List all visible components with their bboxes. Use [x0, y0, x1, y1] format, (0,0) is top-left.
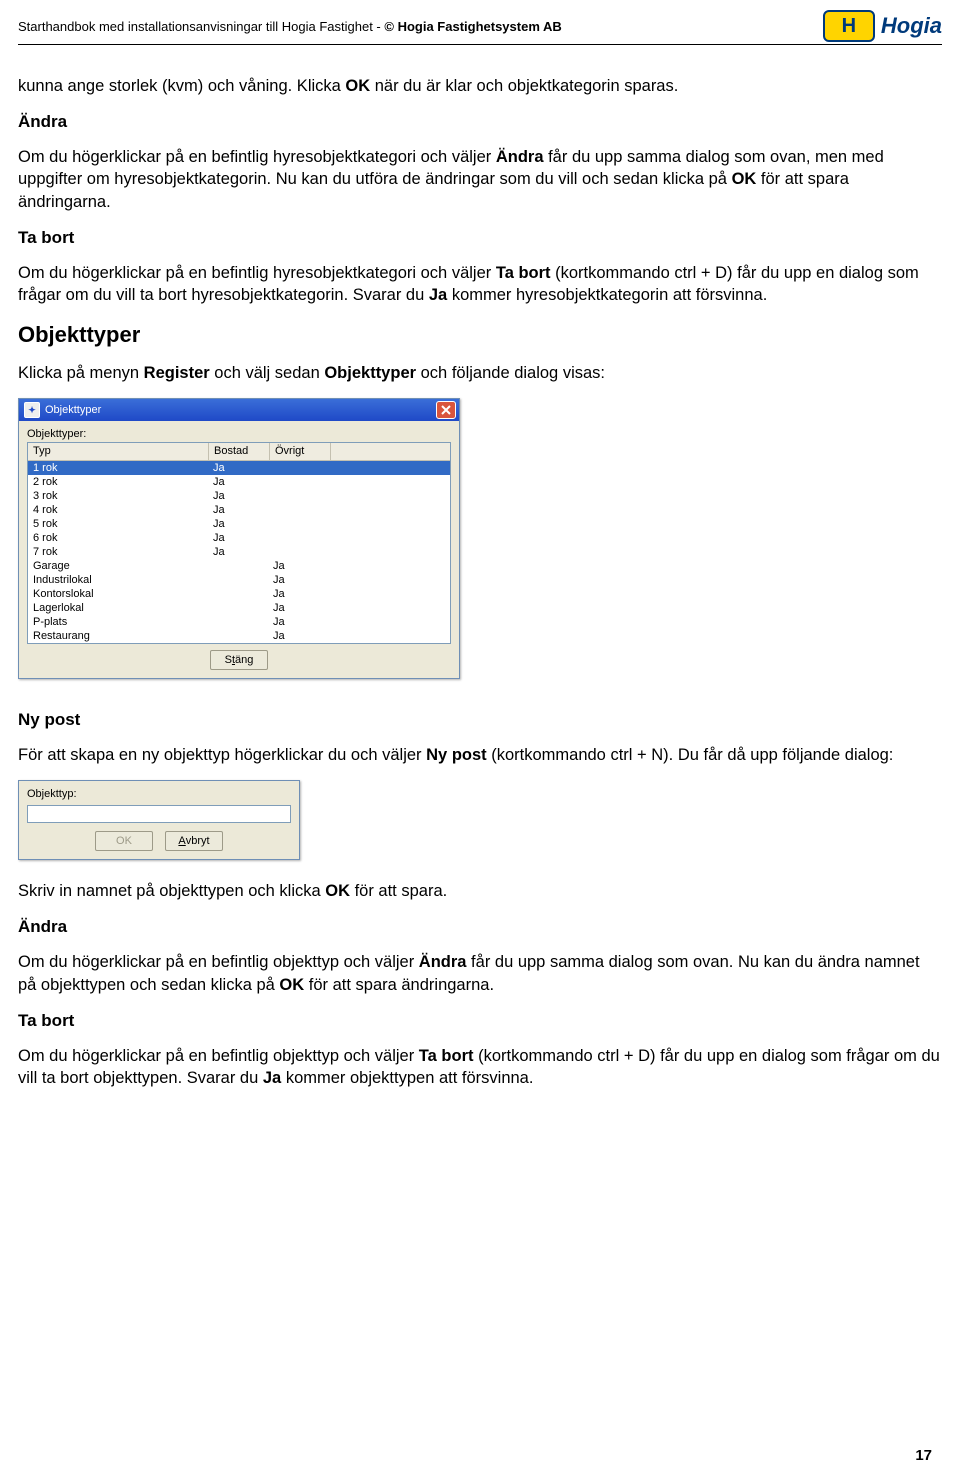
list-label: Objekttyper: [27, 427, 451, 442]
paragraph: Om du högerklickar på en befintlig objek… [18, 1045, 942, 1090]
paragraph: kunna ange storlek (kvm) och våning. Kli… [18, 75, 942, 97]
app-icon: ✦ [24, 402, 40, 418]
heading-ta-bort: Ta bort [18, 227, 942, 250]
stang-button[interactable]: Stäng [210, 650, 268, 670]
dialog-titlebar[interactable]: ✦ Objekttyper [19, 399, 459, 421]
objekttyper-list[interactable]: Typ Bostad Övrigt 1 rokJa2 rokJa3 rokJa4… [27, 442, 451, 644]
dialog-objekttyp: Objekttyp: OK Avbryt [18, 780, 300, 860]
dialog-objekttyper: ✦ Objekttyper Objekttyper: Typ Bostad Öv… [18, 398, 460, 679]
col-bostad[interactable]: Bostad [209, 443, 270, 460]
table-row[interactable]: 6 rokJa [28, 531, 450, 545]
table-row[interactable]: 4 rokJa [28, 503, 450, 517]
doc-header-text-1: Starthandbok med installationsanvisninga… [18, 19, 384, 34]
heading-andra: Ändra [18, 916, 942, 939]
close-icon [441, 405, 451, 415]
avbryt-button[interactable]: Avbryt [165, 831, 223, 851]
dialog-title: Objekttyper [45, 403, 101, 418]
header-divider [18, 44, 942, 45]
table-row[interactable]: 7 rokJa [28, 545, 450, 559]
paragraph: För att skapa en ny objekttyp högerklick… [18, 744, 942, 766]
hogia-logo: H Hogia [823, 10, 942, 42]
doc-header-text-2: © Hogia Fastighetsystem AB [384, 19, 561, 34]
col-typ[interactable]: Typ [28, 443, 209, 460]
table-row[interactable]: 2 rokJa [28, 475, 450, 489]
objekttyp-input[interactable] [27, 805, 291, 823]
list-header[interactable]: Typ Bostad Övrigt [28, 443, 450, 461]
table-row[interactable]: 5 rokJa [28, 517, 450, 531]
paragraph: Skriv in namnet på objekttypen och klick… [18, 880, 942, 902]
heading-ta-bort: Ta bort [18, 1010, 942, 1033]
paragraph: Om du högerklickar på en befintlig hyres… [18, 262, 942, 307]
table-row[interactable]: 3 rokJa [28, 489, 450, 503]
col-ovrigt[interactable]: Övrigt [270, 443, 331, 460]
heading-ny-post: Ny post [18, 709, 942, 732]
hogia-logo-icon: H [823, 10, 875, 42]
table-row[interactable]: RestaurangJa [28, 629, 450, 643]
table-row[interactable]: LagerlokalJa [28, 601, 450, 615]
paragraph: Om du högerklickar på en befintlig objek… [18, 951, 942, 996]
doc-header: Starthandbok med installationsanvisninga… [18, 19, 562, 34]
table-row[interactable]: KontorslokalJa [28, 587, 450, 601]
paragraph: Klicka på menyn Register och välj sedan … [18, 362, 942, 384]
input-label: Objekttyp: [27, 787, 291, 802]
hogia-logo-text: Hogia [881, 13, 942, 39]
table-row[interactable]: IndustrilokalJa [28, 573, 450, 587]
heading-andra: Ändra [18, 111, 942, 134]
ok-button[interactable]: OK [95, 831, 153, 851]
table-row[interactable]: P-platsJa [28, 615, 450, 629]
page-number: 17 [915, 1447, 932, 1464]
table-row[interactable]: GarageJa [28, 559, 450, 573]
heading-objekttyper: Objekttyper [18, 320, 942, 350]
close-button[interactable] [436, 401, 456, 419]
paragraph: Om du högerklickar på en befintlig hyres… [18, 146, 942, 213]
table-row[interactable]: 1 rokJa [28, 461, 450, 475]
